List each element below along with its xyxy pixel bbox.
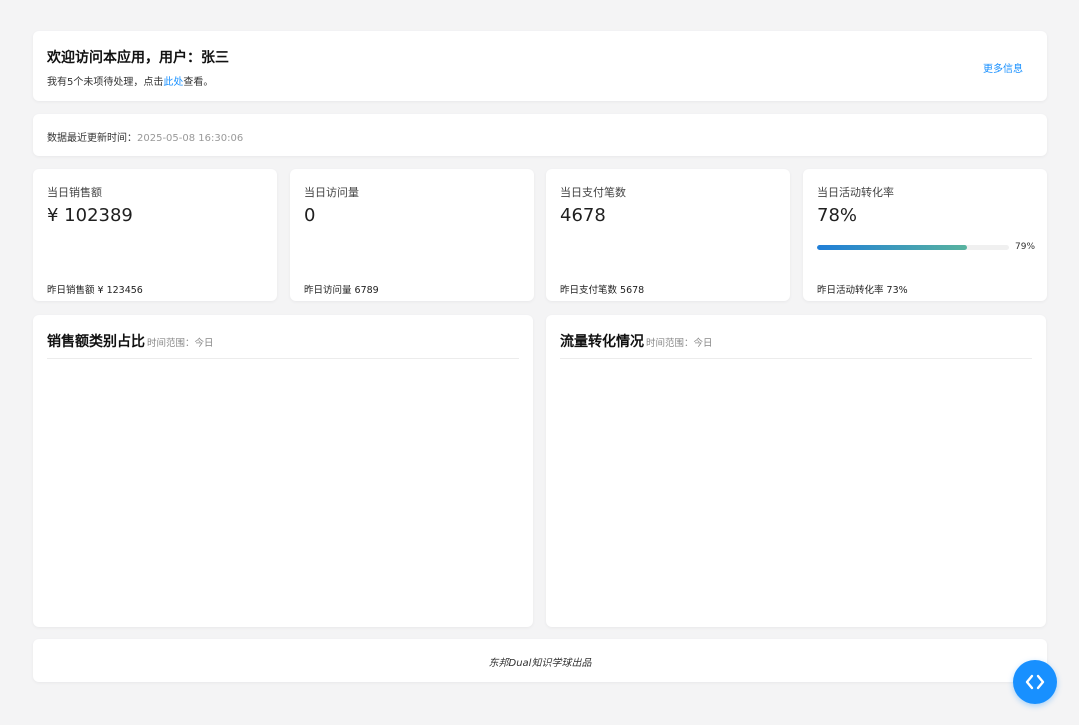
welcome-subtitle-prefix: 我有5个未项待处理，点击 bbox=[47, 77, 164, 88]
stat-footer: 昨日支付笔数 5678 bbox=[560, 285, 645, 296]
pending-tasks-link[interactable]: 此处 bbox=[163, 77, 183, 88]
stat-value: 78% bbox=[817, 205, 858, 226]
panel-title-text: 销售额类别占比 bbox=[47, 334, 145, 350]
sales-chart-area bbox=[47, 365, 519, 613]
panel-time-range: 时间范围：今日 bbox=[147, 338, 214, 349]
stat-label: 当日访问量 bbox=[304, 186, 359, 199]
stat-value: 4678 bbox=[560, 205, 606, 226]
stat-footer: 昨日销售额 ¥ 123456 bbox=[47, 285, 143, 296]
panel-time-range: 时间范围：今日 bbox=[646, 338, 713, 349]
panel-title: 销售额类别占比 时间范围：今日 bbox=[47, 331, 214, 351]
traffic-chart-area bbox=[560, 365, 1032, 613]
panel-title-text: 流量转化情况 bbox=[560, 334, 644, 350]
footer-bar: 东邦Dual知识学球出品 bbox=[33, 639, 1047, 682]
welcome-subtitle: 我有5个未项待处理，点击此处查看。 bbox=[47, 73, 213, 88]
stat-card-visits: 当日访问量 0 昨日访问量 6789 bbox=[290, 169, 534, 301]
welcome-subtitle-suffix: 查看。 bbox=[183, 77, 214, 88]
stat-card-conversion: 当日活动转化率 78% 79% 昨日活动转化率 73% bbox=[803, 169, 1047, 301]
update-time-label: 数据最近更新时间： bbox=[47, 133, 137, 144]
welcome-card: 欢迎访问本应用，用户：张三 我有5个未项待处理，点击此处查看。 更多信息 bbox=[33, 31, 1047, 101]
panel-divider bbox=[47, 358, 519, 359]
welcome-title: 欢迎访问本应用，用户：张三 bbox=[47, 50, 229, 66]
conversion-progress-bar bbox=[817, 245, 1009, 250]
sales-category-panel: 销售额类别占比 时间范围：今日 bbox=[33, 315, 533, 627]
update-time-text: 数据最近更新时间：2025-05-08 16:30:06 bbox=[47, 129, 243, 144]
stat-footer: 昨日访问量 6789 bbox=[304, 285, 379, 296]
conversion-progress-fill bbox=[817, 245, 967, 250]
stat-label: 当日支付笔数 bbox=[560, 186, 626, 199]
panel-divider bbox=[560, 358, 1032, 359]
code-brackets-icon bbox=[1025, 674, 1045, 690]
footer-text: 东邦Dual知识学球出品 bbox=[488, 658, 592, 669]
traffic-conversion-panel: 流量转化情况 时间范围：今日 bbox=[546, 315, 1046, 627]
code-toggle-button[interactable] bbox=[1013, 660, 1057, 704]
stat-card-payments: 当日支付笔数 4678 昨日支付笔数 5678 bbox=[546, 169, 790, 301]
stat-label: 当日销售额 bbox=[47, 186, 102, 199]
stat-label: 当日活动转化率 bbox=[817, 186, 894, 199]
update-time-value: 2025-05-08 16:30:06 bbox=[137, 133, 244, 144]
conversion-progress-text: 79% bbox=[1015, 242, 1036, 252]
stat-footer: 昨日活动转化率 73% bbox=[817, 285, 908, 296]
stat-card-sales: 当日销售额 ¥ 102389 昨日销售额 ¥ 123456 bbox=[33, 169, 277, 301]
update-time-bar: 数据最近更新时间：2025-05-08 16:30:06 bbox=[33, 114, 1047, 156]
panel-title: 流量转化情况 时间范围：今日 bbox=[560, 331, 713, 351]
stat-value: ¥ 102389 bbox=[47, 205, 133, 226]
more-info-link[interactable]: 更多信息 bbox=[983, 60, 1023, 75]
stat-value: 0 bbox=[304, 205, 316, 226]
